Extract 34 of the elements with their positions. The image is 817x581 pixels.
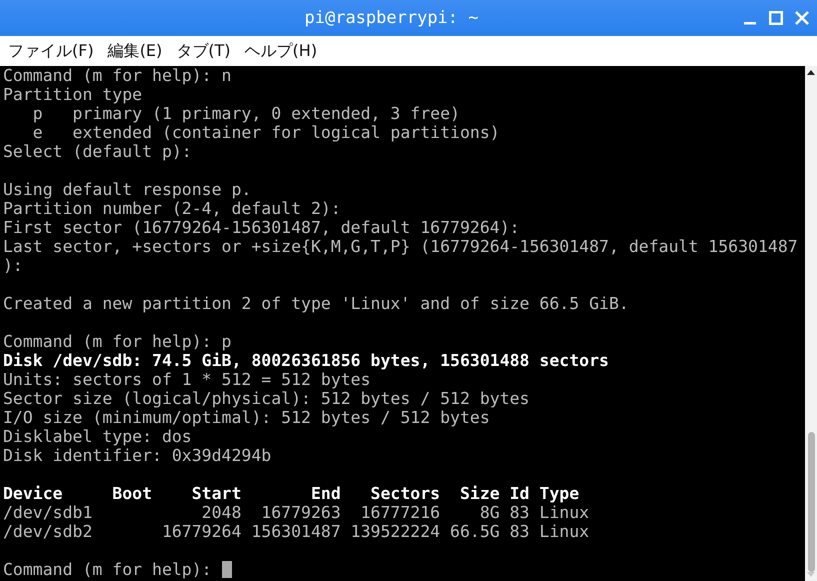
scrollbar-thumb[interactable] [808,432,814,572]
terminal-line: p primary (1 primary, 0 extended, 3 free) [32,104,460,123]
menu-item[interactable]: ヘルプ(H) [244,40,318,62]
terminal-screen[interactable] [0,66,805,581]
window-title: pi@raspberrypi: ~ [304,8,480,28]
terminal-line: Last sector, +sectors or +size{K,M,G,T,P} (16779264-156301487, default 156301487 [3,237,798,256]
menu-item[interactable]: 編集(E) [108,40,162,62]
command-prompt: Command (m for help): [3,560,213,579]
terminal-line: Disklabel type: dos [3,427,192,446]
menu-item[interactable]: ファイル(F) [8,40,94,62]
terminal-line: Partition number (2-4, default 2): [3,199,341,218]
maximize-icon[interactable] [769,11,783,25]
terminal-line: /dev/sdb2 16779264 156301487 139522224 66.5G 83 Linux [3,522,590,541]
terminal-line: Units: sectors of 1 * 512 = 512 bytes [3,370,371,389]
terminal-line: Sector size (logical/physical): 512 bytes / 512 bytes [3,389,530,408]
menu-item[interactable]: タブ(T) [176,40,231,62]
close-icon[interactable] [795,11,809,25]
terminal-line: Select (default p): [3,142,192,161]
terminal-line: /dev/sdb1 2048 16779263 16777216 8G 83 Linux [3,503,590,522]
terminal-line: ): [3,256,23,275]
terminal-line: Disk identifier: 0x39d4294b [3,446,272,465]
scrollbar[interactable] [805,66,817,581]
terminal-line: First sector (16779264-156301487, default 16779264): [3,218,520,237]
terminal-line: Device Boot Start End Sectors Size Id Type [3,484,580,503]
terminal-line: Command (m for help): n [3,66,232,85]
scroll-up-icon[interactable] [807,70,815,75]
text-cursor [222,561,232,578]
terminal-line: Created a new partition 2 of type 'Linux' and of size 66.5 GiB. [3,294,629,313]
terminal-line: Using default response p. [3,180,252,199]
terminal-line: Command (m for help): p [3,332,232,351]
terminal-line: I/O size (minimum/optimal): 512 bytes / 512 bytes [3,408,490,427]
terminal-line: Partition type [3,85,142,104]
terminal-line: e extended (container for logical partitions) [32,123,500,142]
terminal-line: Disk /dev/sdb: 74.5 GiB, 80026361856 bytes, 156301488 sectors [3,351,609,370]
